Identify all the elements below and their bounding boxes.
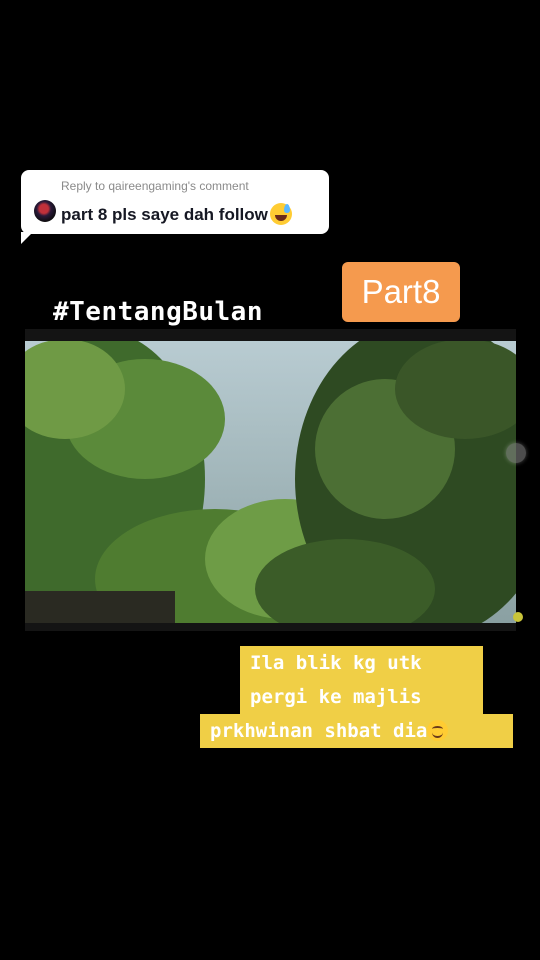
sweat-smile-emoji-icon	[269, 203, 292, 225]
caption-line-1: Ila blik kg utk	[240, 646, 483, 680]
commenter-avatar[interactable]	[34, 200, 56, 222]
hashtag-label: #TentangBulan	[53, 297, 263, 327]
smiling-face-emoji-icon	[427, 720, 449, 741]
caption-line-3-text: prkhwinan shbat dia	[210, 720, 428, 742]
caption-line-3: prkhwinan shbat dia	[200, 714, 513, 748]
watermark-logo-icon	[513, 612, 523, 622]
reply-comment-bubble[interactable]: Reply to qaireengaming's comment part 8 …	[21, 170, 329, 244]
reply-comment-text: part 8 pls saye dah follow	[61, 203, 292, 225]
reply-comment-body: part 8 pls saye dah follow	[61, 205, 268, 224]
part-badge: Part8	[342, 262, 460, 322]
reply-header: Reply to qaireengaming's comment	[61, 179, 249, 193]
caption-block: Ila blik kg utk pergi ke majlis prkhwina…	[200, 646, 513, 748]
caption-line-2: pergi ke majlis	[240, 680, 483, 714]
video-frame[interactable]	[25, 329, 516, 631]
video-progress-handle[interactable]	[506, 443, 526, 463]
video-scene-image	[25, 329, 516, 631]
